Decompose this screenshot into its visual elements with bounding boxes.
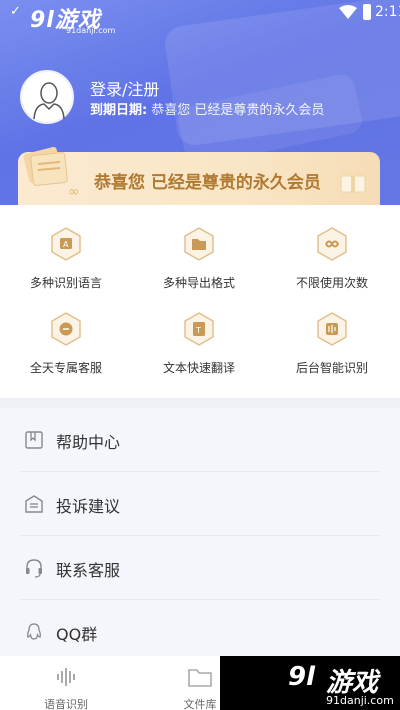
language-icon: A [51, 227, 81, 261]
user-silhouette-icon [33, 82, 65, 119]
vip-banner-title: 恭喜您 已经是尊贵的永久会员 [94, 173, 321, 193]
tab-label: 语音识别 [44, 698, 88, 710]
folder-icon [188, 669, 212, 687]
expire-label: 到期日期: [90, 103, 148, 118]
membership-book-icon: ∞ [23, 146, 80, 200]
feature-item: 后台智能识别 [272, 312, 392, 376]
watermark-url: 91danji.com [66, 26, 116, 35]
headset-icon [26, 559, 42, 578]
help-icon [25, 431, 43, 449]
expire-value: 恭喜您 已经是尊贵的永久会员 [151, 103, 325, 118]
profile-header: ✓ 2:11 9l游戏 91danji.com 登录/注册 到期日期:恭喜您 已… [0, 0, 400, 205]
menu-item-label: QQ群 [56, 625, 98, 644]
feedback-icon [25, 495, 43, 513]
watermark-url: 91danji.com [326, 694, 394, 707]
svg-text:A: A [63, 240, 69, 249]
check-icon: ✓ [10, 4, 21, 19]
menu-item-label: 联系客服 [56, 561, 121, 580]
vip-banner: ∞ 恭喜您 已经是尊贵的永久会员 [18, 146, 380, 205]
wifi-icon [339, 5, 357, 19]
vip-features-grid: A 多种识别语言 多种导出格式 不限使用次数 全天专属客服 T 文本快速翻译 后… [0, 205, 400, 398]
expire-info: 到期日期: 恭喜您 已经是尊贵的永久会员 [90, 99, 324, 118]
feature-item: T 文本快速翻译 [139, 312, 259, 376]
qq-icon [27, 623, 41, 640]
feature-label: 不限使用次数 [295, 276, 368, 290]
feature-item: 不限使用次数 [272, 227, 392, 291]
waveform-icon [57, 668, 75, 686]
svg-text:∞: ∞ [68, 184, 80, 200]
menu-item-feedback[interactable]: 投诉建议 [0, 472, 400, 536]
svg-text:T: T [195, 326, 201, 335]
menu-item-contact-service[interactable]: 联系客服 [0, 536, 400, 600]
watermark-number: 9l [30, 8, 55, 33]
menu-item-label: 帮助中心 [56, 433, 121, 452]
folder-icon [184, 227, 214, 261]
translate-icon: T [184, 312, 214, 346]
voice-icon [317, 312, 347, 346]
gift-icon [340, 171, 366, 193]
infinity-icon [317, 227, 347, 261]
watermark-number: 9l [288, 662, 316, 692]
feature-label: 文本快速翻译 [162, 361, 235, 375]
feature-item: 多种导出格式 [139, 227, 259, 291]
chat-icon [51, 312, 81, 346]
menu-item-help[interactable]: 帮助中心 [0, 408, 400, 472]
watermark-logo: 9l游戏 91danji.com [30, 2, 115, 35]
battery-icon [363, 4, 371, 20]
feature-item: A 多种识别语言 [6, 227, 126, 291]
menu-item-qq-group[interactable]: QQ群 [0, 600, 400, 664]
feature-label: 多种导出格式 [162, 276, 235, 290]
status-time: 2:11 [375, 4, 400, 20]
watermark-logo: 9l 游戏 91danji.com [220, 656, 400, 710]
feature-item: 全天专属客服 [6, 312, 126, 376]
tab-speech-recognition[interactable]: 语音识别 [11, 656, 121, 710]
feature-label: 后台智能识别 [295, 361, 368, 375]
feature-label: 全天专属客服 [29, 361, 102, 375]
menu-item-label: 投诉建议 [56, 497, 121, 516]
avatar[interactable] [20, 70, 74, 124]
section-divider [0, 398, 400, 408]
login-register-link[interactable]: 登录/注册 [90, 76, 159, 100]
feature-label: 多种识别语言 [29, 276, 102, 290]
